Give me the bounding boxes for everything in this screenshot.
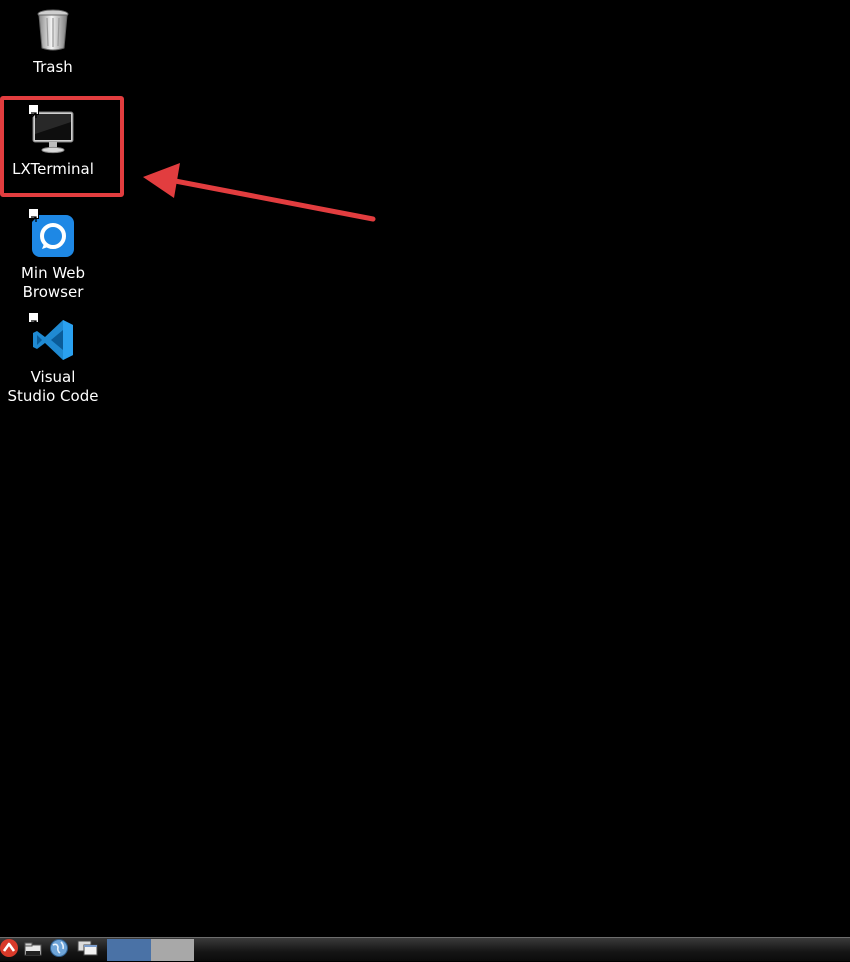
vscode-icon: [28, 312, 75, 362]
desktop-icon-label: Trash: [33, 58, 73, 76]
window-switcher-button[interactable]: [76, 939, 100, 961]
desktop-icon-visual-studio-code[interactable]: Visual Studio Code: [0, 312, 106, 406]
shortcut-arrow-icon: [28, 104, 39, 119]
shortcut-arrow-icon: [28, 312, 39, 327]
window-switcher-icon: [77, 939, 99, 961]
shortcut-arrow-icon: [28, 208, 39, 223]
desktop-icon-trash[interactable]: Trash: [0, 8, 106, 77]
app-menu-icon: [0, 938, 20, 962]
file-manager-button[interactable]: [22, 939, 44, 961]
file-manager-icon: [24, 941, 42, 960]
desktop-pager-2[interactable]: [151, 939, 194, 961]
annotation-arrow: [143, 163, 376, 222]
trash-can-icon: [31, 8, 75, 52]
app-menu-button[interactable]: [0, 939, 20, 961]
desktop-icon-lxterminal[interactable]: LXTerminal: [0, 104, 106, 179]
desktop-pager-1[interactable]: [107, 939, 151, 961]
taskbar: [0, 937, 850, 961]
desktop-icon-label: Min Web Browser: [20, 264, 86, 301]
web-browser-button[interactable]: [48, 939, 70, 961]
web-browser-icon: [49, 938, 69, 962]
desktop-icon-min-web-browser[interactable]: Min Web Browser: [0, 208, 106, 302]
desktop-icon-label: Visual Studio Code: [7, 368, 99, 405]
desktop-background: Trash LXTerminal Min Web Browser Visual …: [0, 0, 850, 937]
desktop-icon-label: LXTerminal: [12, 160, 94, 178]
monitor-icon: [28, 104, 75, 154]
min-browser-icon: [28, 208, 75, 258]
